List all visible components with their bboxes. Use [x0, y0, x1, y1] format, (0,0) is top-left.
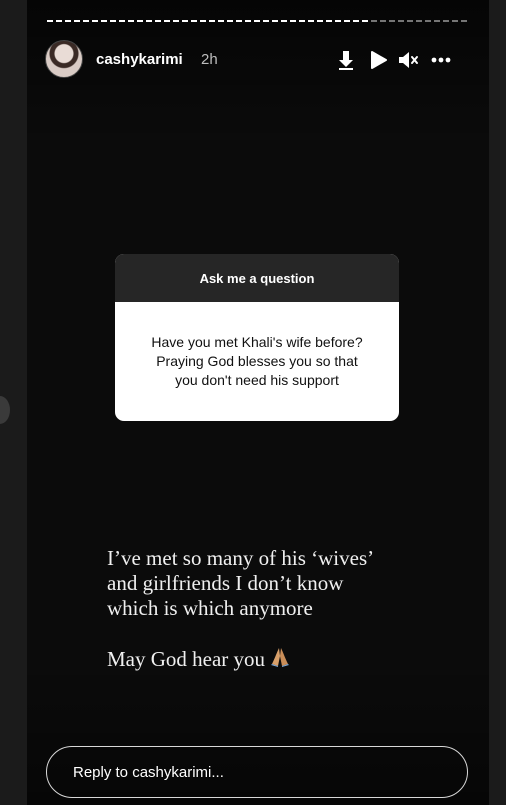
download-icon[interactable] — [335, 49, 357, 71]
answer-closing: May God hear you — [107, 646, 437, 674]
question-sticker-body: Have you met Khali's wife before? Prayin… — [115, 302, 399, 421]
question-sticker: Ask me a question Have you met Khali's w… — [115, 254, 399, 421]
mute-icon[interactable] — [397, 49, 419, 71]
question-line: Praying God blesses you so that — [156, 353, 358, 369]
story-progress-fill — [47, 20, 369, 22]
answer-line: and girlfriends I don’t know — [107, 571, 344, 595]
story-header: cashykarimi 2h — [45, 40, 471, 80]
more-icon[interactable] — [430, 49, 452, 71]
previous-story-handle[interactable] — [0, 396, 10, 424]
reply-placeholder: Reply to cashykarimi... — [73, 763, 224, 781]
username[interactable]: cashykarimi — [96, 51, 183, 68]
question-line: Have you met Khali's wife before? — [151, 334, 363, 350]
avatar[interactable] — [45, 40, 83, 78]
praying-hands-icon — [269, 646, 291, 674]
question-sticker-header: Ask me a question — [115, 254, 399, 302]
story-progress-bar — [47, 20, 470, 22]
answer-line: I’ve met so many of his ‘wives’ — [107, 546, 375, 570]
post-time: 2h — [201, 51, 218, 68]
story-viewer: cashykarimi 2h Ask me a question Have yo… — [27, 0, 489, 805]
answer-text: I’ve met so many of his ‘wives’ and girl… — [107, 546, 437, 674]
question-line: you don't need his support — [175, 372, 339, 388]
answer-closing-text: May God hear you — [107, 647, 266, 671]
play-icon[interactable] — [367, 49, 389, 71]
answer-line: which is which anymore — [107, 596, 313, 620]
reply-input[interactable]: Reply to cashykarimi... — [46, 746, 468, 798]
